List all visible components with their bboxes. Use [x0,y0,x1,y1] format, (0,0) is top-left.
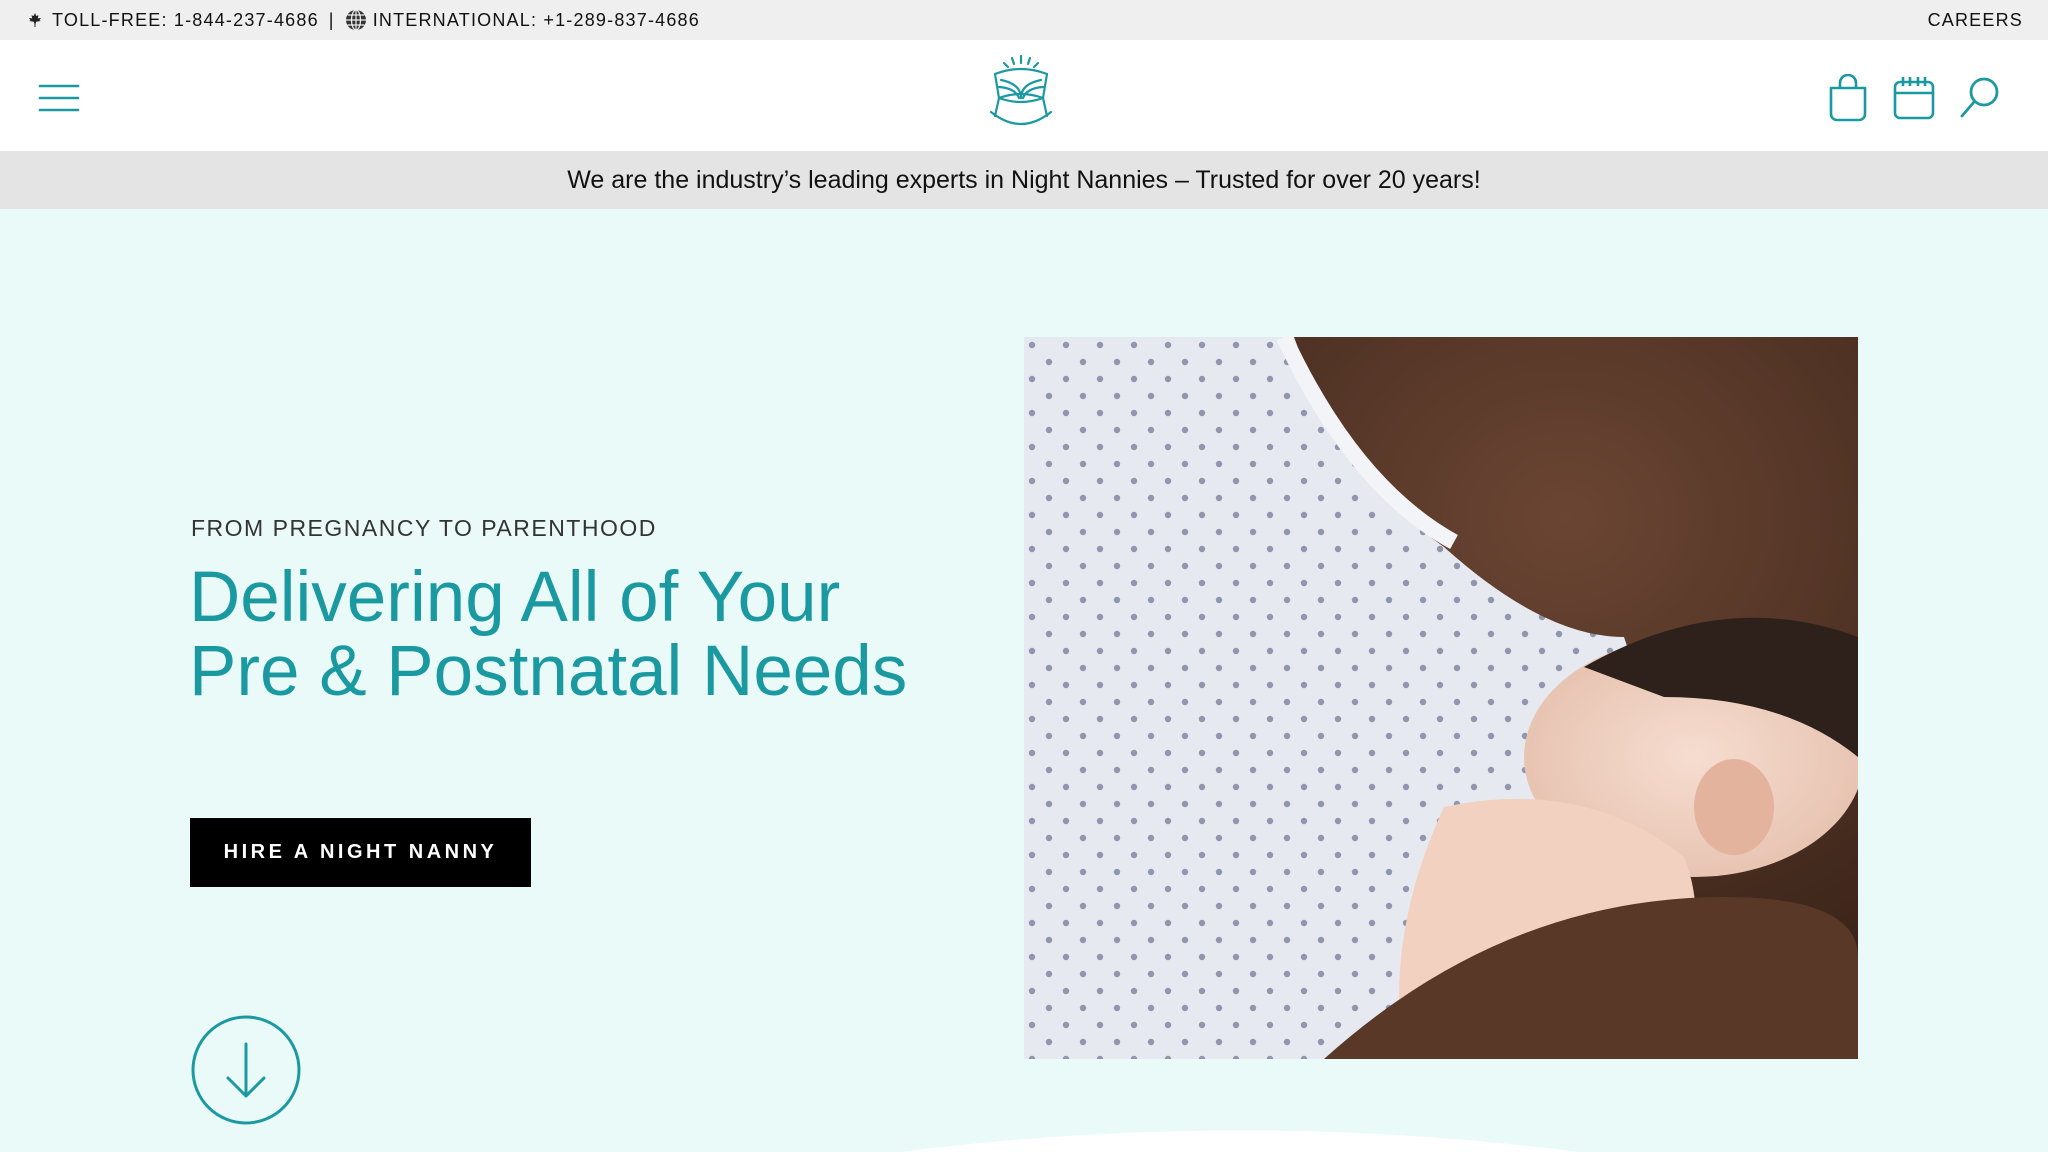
maple-leaf-icon [24,9,46,31]
utility-bar: TOLL-FREE: 1-844-237-4686 | INTERNATIONA… [0,0,2048,40]
globe-icon [345,9,367,31]
calendar-icon[interactable] [1892,74,1936,122]
toll-free-link[interactable]: TOLL-FREE: 1-844-237-4686 [52,10,319,31]
international-link[interactable]: INTERNATIONAL: +1-289-837-4686 [373,10,700,31]
shopping-bag-icon[interactable] [1826,73,1870,122]
contact-numbers: TOLL-FREE: 1-844-237-4686 | INTERNATIONA… [24,9,700,31]
separator: | [328,9,335,30]
search-icon[interactable] [1958,74,2002,122]
hero-photo-mother-newborn [1024,337,1858,1059]
hero-section: FROM PREGNANCY TO PARENTHOOD Delivering … [0,209,2048,1152]
site-header [0,40,2048,151]
bottom-wave-divider [900,1130,1580,1152]
announcement-text: We are the industry’s leading experts in… [567,165,1481,194]
announcement-bar: We are the industry’s leading experts in… [0,151,2048,209]
hire-night-nanny-button[interactable]: HIRE A NIGHT NANNY [190,818,531,887]
hero-headline: Delivering All of Your Pre & Postnatal N… [189,558,908,711]
logo[interactable] [985,54,1057,132]
careers-link[interactable]: CAREERS [1928,10,2023,31]
hero-eyebrow: FROM PREGNANCY TO PARENTHOOD [191,515,657,541]
menu-icon[interactable] [38,83,80,113]
